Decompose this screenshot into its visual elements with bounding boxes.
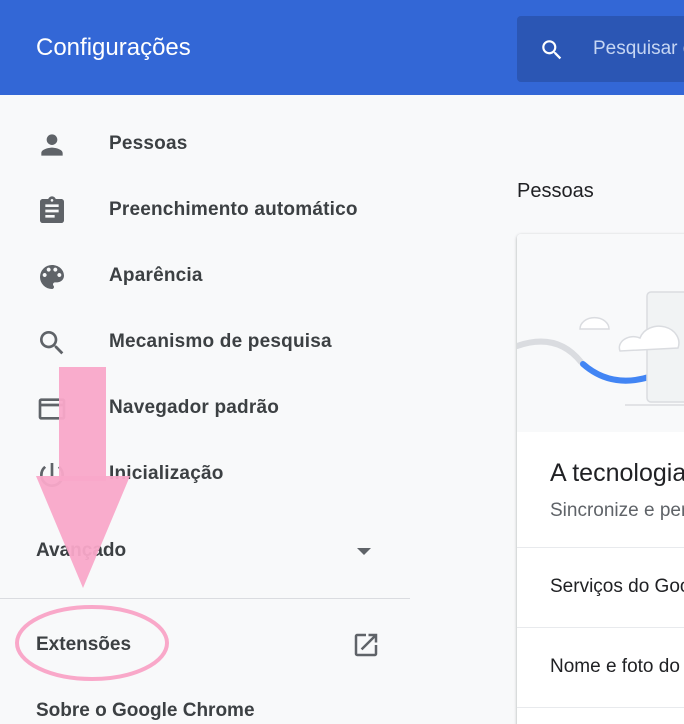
palette-icon <box>40 265 64 289</box>
promo-subtitle: Sincronize e personalize <box>550 500 684 521</box>
sidebar-item-extensions[interactable]: Extensões <box>0 615 410 673</box>
about-label: Sobre o Google Chrome <box>36 700 255 721</box>
google-services-row[interactable]: Serviços do Google <box>517 548 684 626</box>
caret-down-icon <box>357 548 371 555</box>
sidebar-item-appearance[interactable]: Aparência <box>0 241 410 307</box>
search-icon[interactable] <box>539 37 565 63</box>
open-in-new-icon <box>354 633 378 657</box>
sync-illustration <box>517 291 684 406</box>
section-title: Pessoas <box>517 180 594 202</box>
sidebar-item-label: Pessoas <box>109 133 188 154</box>
power-icon <box>40 463 64 487</box>
advanced-toggle[interactable]: Avançado <box>0 528 410 574</box>
sidebar-item-autofill[interactable]: Preenchimento automático <box>0 175 410 241</box>
sidebar-item-label: Aparência <box>109 265 203 286</box>
sidebar-divider <box>0 598 410 599</box>
sidebar-item-default-browser[interactable]: Navegador padrão <box>0 373 410 439</box>
sidebar-item-startup[interactable]: Inicialização <box>0 439 410 505</box>
sidebar-item-search-engine[interactable]: Mecanismo de pesquisa <box>0 307 410 373</box>
row-label: Serviços do Google <box>550 576 684 597</box>
browser-icon <box>38 398 66 420</box>
sidebar-item-label: Preenchimento automático <box>109 199 358 220</box>
people-card: A tecnologia do Google Sincronize e pers… <box>517 234 684 724</box>
search-icon <box>40 331 64 355</box>
extensions-label: Extensões <box>36 634 132 655</box>
search-box[interactable] <box>517 16 684 82</box>
sidebar-item-label: Navegador padrão <box>109 397 280 418</box>
promo-title: A tecnologia do Google <box>550 459 684 487</box>
sidebar-item-label: Mecanismo de pesquisa <box>109 331 332 352</box>
advanced-label: Avançado <box>36 540 127 561</box>
sidebar-item-label: Inicialização <box>109 463 224 484</box>
sidebar: Pessoas Preenchimento automático Aparênc… <box>0 95 410 724</box>
settings-header: Configurações <box>0 0 684 95</box>
chrome-name-photo-row[interactable]: Nome e foto do Chrome <box>517 628 684 706</box>
clipboard-icon <box>40 196 64 223</box>
sidebar-item-people[interactable]: Pessoas <box>0 109 410 175</box>
sync-banner-illustration <box>517 234 684 432</box>
person-icon <box>41 134 63 156</box>
row-label: Nome e foto do Chrome <box>550 656 684 677</box>
search-input[interactable] <box>593 36 684 62</box>
page-title: Configurações <box>36 34 191 61</box>
card-divider <box>517 707 684 708</box>
sidebar-item-about-chrome[interactable]: Sobre o Google Chrome <box>0 693 410 724</box>
